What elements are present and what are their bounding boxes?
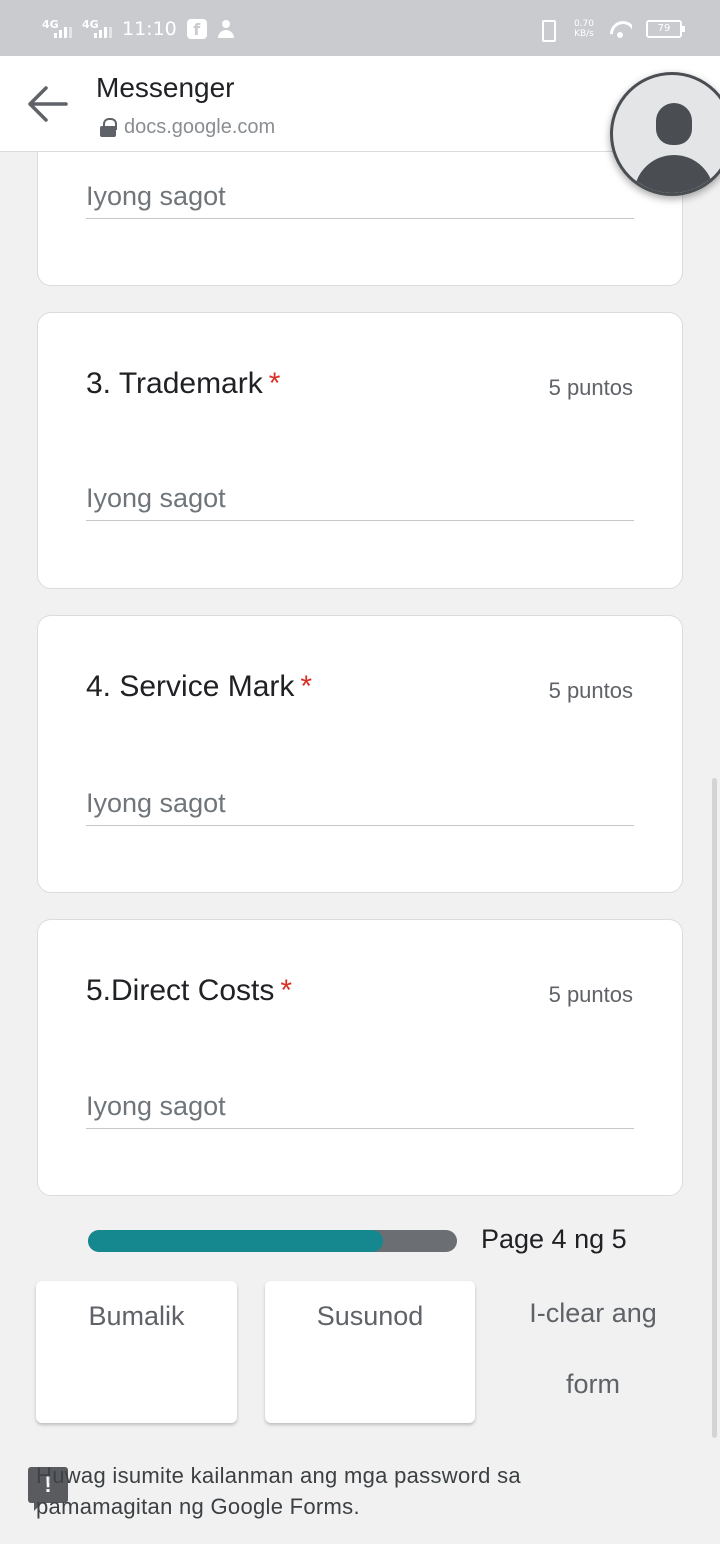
clear-form-button[interactable]: I-clear ang form — [510, 1278, 676, 1420]
question-title-text: 4. Service Mark — [86, 670, 295, 703]
question-title: 3. Trademark * — [86, 367, 280, 401]
avatar-head — [656, 103, 692, 145]
network-speed: 0.70 KB/s — [574, 19, 594, 39]
question-title-text: 5.Direct Costs — [86, 974, 275, 1007]
back-button-label: Bumalik — [88, 1301, 185, 1331]
next-button-label: Susunod — [316, 1301, 424, 1331]
battery-level: 79 — [657, 23, 671, 34]
required-asterisk: * — [268, 367, 281, 400]
answer-input-4[interactable] — [86, 782, 634, 826]
status-right: 0.70 KB/s 79 — [534, 16, 685, 42]
question-title: 5.Direct Costs * — [86, 974, 292, 1008]
progress-bar — [88, 1230, 457, 1252]
answer-input-2[interactable] — [86, 175, 634, 219]
wifi-icon — [608, 19, 632, 39]
answer-input-3[interactable] — [86, 477, 634, 521]
answer-input-5[interactable] — [86, 1085, 634, 1129]
password-warning: Huwag isumite kailanman ang mga password… — [36, 1463, 521, 1519]
network-speed-unit: KB/s — [574, 29, 594, 39]
status-time: 11:10 — [122, 18, 177, 40]
question-title-text: 3. Trademark — [86, 367, 263, 400]
question-points: 5 puntos — [548, 375, 633, 400]
cell-signal-icon: 4G — [42, 18, 72, 40]
url-row: docs.google.com — [100, 116, 275, 139]
clear-form-label-line1: I-clear ang — [529, 1298, 657, 1328]
back-button[interactable]: Bumalik — [36, 1281, 237, 1423]
app-title: Messenger — [96, 72, 235, 103]
progress-fill — [88, 1230, 384, 1252]
avatar-shoulders — [634, 155, 714, 193]
next-button[interactable]: Susunod — [265, 1281, 475, 1423]
back-arrow-icon[interactable] — [24, 82, 70, 126]
page-indicator: Page 4 ng 5 — [481, 1224, 627, 1254]
vibrate-icon — [534, 19, 560, 42]
lock-icon — [100, 117, 117, 138]
status-bar: 4G 4G 11:10 f 0.70 KB/s 79 — [0, 0, 720, 56]
question-title: 4. Service Mark * — [86, 670, 312, 704]
question-card-4: 4. Service Mark * 5 puntos — [37, 615, 683, 893]
clear-form-label-line2: form — [566, 1369, 620, 1399]
required-asterisk: * — [280, 974, 293, 1007]
feedback-icon[interactable]: ! — [28, 1467, 68, 1511]
status-left: 4G 4G 11:10 f — [42, 16, 235, 42]
network-speed-value: 0.70 — [573, 19, 594, 29]
question-card-3: 3. Trademark * 5 puntos — [37, 312, 683, 589]
required-asterisk: * — [300, 670, 313, 703]
question-points: 5 puntos — [548, 982, 633, 1007]
facebook-icon: f — [186, 19, 207, 39]
question-points: 5 puntos — [548, 678, 633, 703]
scrollbar[interactable] — [712, 778, 717, 1438]
url-text: docs.google.com — [124, 116, 276, 138]
person-icon — [217, 19, 235, 39]
question-card-5: 5.Direct Costs * 5 puntos — [37, 919, 683, 1196]
cell-signal-icon: 4G — [82, 18, 112, 40]
network-type-1: 4G — [42, 18, 59, 31]
battery-icon: 79 — [646, 20, 685, 38]
network-type-2: 4G — [82, 18, 99, 31]
